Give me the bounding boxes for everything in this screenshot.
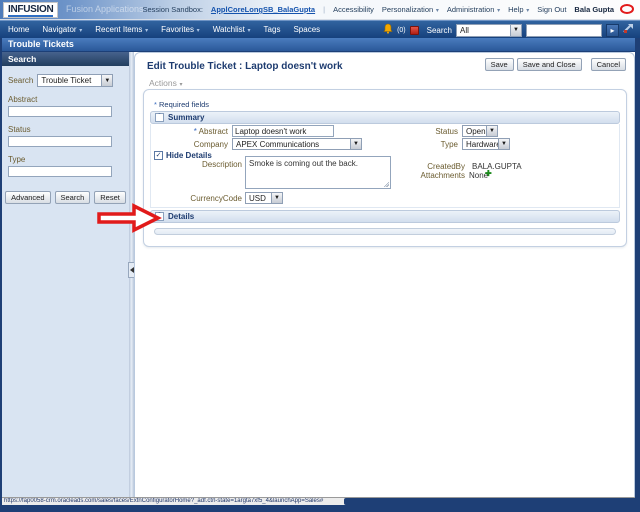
notifications-bell-icon[interactable] bbox=[383, 21, 393, 39]
abstract-filter-input[interactable] bbox=[8, 106, 112, 117]
search-object-select[interactable]: Trouble Ticket ▼ bbox=[37, 74, 114, 87]
administration-menu[interactable]: Administration ▾ bbox=[447, 5, 500, 14]
advanced-button[interactable]: Advanced bbox=[5, 191, 51, 204]
ticket-form-panel: * Required fields ˇ Summary * Abstract S… bbox=[143, 89, 627, 247]
global-nav-bar: Home Navigator ▾ Recent Items ▾ Favorite… bbox=[0, 20, 640, 38]
status-filter-input[interactable] bbox=[8, 136, 112, 147]
nav-favorites[interactable]: Favorites ▾ bbox=[161, 25, 200, 34]
type-filter-label: Type bbox=[8, 155, 26, 164]
sign-out-link[interactable]: Sign Out bbox=[537, 5, 566, 14]
details-section-title: Details bbox=[168, 212, 195, 221]
accessibility-link[interactable]: Accessibility bbox=[333, 5, 374, 14]
page-title-bar: Trouble Tickets bbox=[0, 38, 640, 52]
red-annotation-arrow bbox=[96, 203, 162, 240]
caret-down-icon: ▾ bbox=[495, 8, 501, 14]
currency-code-label: CurrencyCode bbox=[190, 194, 242, 203]
caret-down-icon: ▾ bbox=[77, 28, 83, 34]
abstract-input[interactable] bbox=[232, 125, 334, 137]
cancel-button[interactable]: Cancel bbox=[590, 58, 626, 71]
personalization-menu[interactable]: Personalization ▾ bbox=[382, 5, 439, 14]
nav-watchlist[interactable]: Watchlist ▾ bbox=[213, 25, 251, 34]
nav-navigator[interactable]: Navigator ▾ bbox=[42, 25, 82, 34]
attachments-label: Attachments bbox=[420, 171, 465, 180]
hide-details-toggle[interactable]: ✓ Hide Details bbox=[154, 151, 212, 160]
search-button[interactable]: Search bbox=[54, 191, 91, 204]
abstract-filter-label: Abstract bbox=[8, 95, 38, 104]
company-label: Company bbox=[193, 140, 228, 149]
divider: | bbox=[323, 5, 326, 14]
sidebar-search-header: Search bbox=[2, 52, 129, 66]
calendar-alert-icon[interactable] bbox=[409, 25, 419, 35]
dropdown-arrow-icon[interactable]: ▼ bbox=[486, 126, 497, 136]
dropdown-arrow-icon[interactable]: ▼ bbox=[498, 139, 509, 149]
dropdown-arrow-icon[interactable]: ▼ bbox=[101, 75, 113, 86]
sidebar-search-label: Search bbox=[8, 76, 34, 85]
abstract-label: * Abstract bbox=[193, 127, 228, 136]
window-frame-bottom bbox=[0, 505, 640, 512]
caret-down-icon: ▾ bbox=[177, 82, 183, 88]
caret-down-icon: ▾ bbox=[195, 28, 200, 34]
nav-spaces[interactable]: Spaces bbox=[293, 25, 320, 34]
type-select[interactable]: Hardware ▼ bbox=[462, 138, 510, 150]
type-filter-input[interactable] bbox=[8, 166, 112, 177]
edit-ticket-panel: Edit Trouble Ticket : Laptop doesn't wor… bbox=[134, 52, 635, 497]
search-scope-select[interactable]: All ▼ bbox=[456, 23, 522, 37]
alert-count: (0) bbox=[397, 26, 406, 34]
status-label: Status bbox=[435, 127, 458, 136]
logged-in-user: Bala Gupta bbox=[574, 5, 614, 14]
help-menu[interactable]: Help ▾ bbox=[508, 5, 529, 14]
collapse-left-icon bbox=[129, 267, 134, 273]
edit-ticket-title: Edit Trouble Ticket : Laptop doesn't wor… bbox=[147, 61, 343, 72]
search-sidebar: Search Search Trouble Ticket ▼ Abstract … bbox=[2, 52, 129, 497]
company-select[interactable]: APEX Communications ▼ bbox=[232, 138, 362, 150]
resize-grip-icon[interactable] bbox=[383, 181, 389, 187]
caret-down-icon: ▾ bbox=[524, 8, 530, 14]
nav-home[interactable]: Home bbox=[8, 25, 29, 34]
status-filter-label: Status bbox=[8, 125, 31, 134]
app-logo: INFUSION bbox=[3, 2, 59, 18]
required-fields-note: * Required fields bbox=[154, 100, 210, 109]
save-and-close-button[interactable]: Save and Close bbox=[516, 58, 582, 71]
add-attachment-icon[interactable]: ✚ bbox=[485, 169, 492, 178]
dropdown-arrow-icon[interactable]: ▼ bbox=[271, 193, 282, 203]
actions-menu[interactable]: Actions ▾ bbox=[149, 78, 183, 88]
created-by-label: CreatedBy bbox=[427, 162, 465, 171]
details-section-header[interactable]: ˇ Details bbox=[150, 210, 620, 223]
currency-code-select[interactable]: USD ▼ bbox=[245, 192, 283, 204]
brand-suffix: Fusion Applications bbox=[66, 4, 144, 14]
search-go-button[interactable]: ▸ bbox=[606, 23, 619, 37]
status-bar-fill bbox=[344, 498, 635, 505]
caret-down-icon: ▾ bbox=[434, 8, 439, 14]
session-sandbox-link[interactable]: ApplCoreLongSB_BalaGupta bbox=[211, 5, 315, 14]
window-frame-right bbox=[635, 38, 640, 512]
checkbox-checked-icon[interactable]: ✓ bbox=[154, 151, 163, 160]
collapse-section-icon[interactable]: ˇ bbox=[155, 113, 164, 122]
caret-down-icon: ▾ bbox=[143, 28, 149, 34]
created-by-value: BALA.GUPTA bbox=[472, 162, 522, 171]
branding-bar: INFUSION Fusion Applications Session San… bbox=[0, 0, 640, 20]
nav-recent-items[interactable]: Recent Items ▾ bbox=[95, 25, 148, 34]
logo-text: INFUSION bbox=[8, 3, 54, 17]
type-label: Type bbox=[440, 140, 458, 149]
save-button[interactable]: Save bbox=[484, 58, 514, 71]
advanced-search-icon[interactable] bbox=[623, 21, 634, 39]
page-title: Trouble Tickets bbox=[8, 39, 74, 49]
caret-down-icon: ▾ bbox=[245, 28, 251, 34]
dropdown-arrow-icon[interactable]: ▼ bbox=[510, 24, 521, 36]
details-horizontal-scrollbar[interactable] bbox=[154, 228, 616, 235]
session-sandbox-label: Session Sandbox: bbox=[142, 5, 203, 14]
nav-tags[interactable]: Tags bbox=[264, 25, 281, 34]
description-label: Description bbox=[201, 160, 242, 169]
nav-search-label: Search bbox=[426, 25, 452, 35]
summary-section-title: Summary bbox=[168, 113, 205, 122]
global-search-input[interactable] bbox=[526, 23, 602, 37]
status-select[interactable]: Open ▼ bbox=[462, 125, 498, 137]
summary-section-header[interactable]: ˇ Summary bbox=[150, 111, 620, 124]
oracle-logo-icon bbox=[619, 3, 635, 21]
description-textarea[interactable]: Smoke is coming out the back. bbox=[245, 156, 391, 189]
dropdown-arrow-icon[interactable]: ▼ bbox=[350, 139, 361, 149]
